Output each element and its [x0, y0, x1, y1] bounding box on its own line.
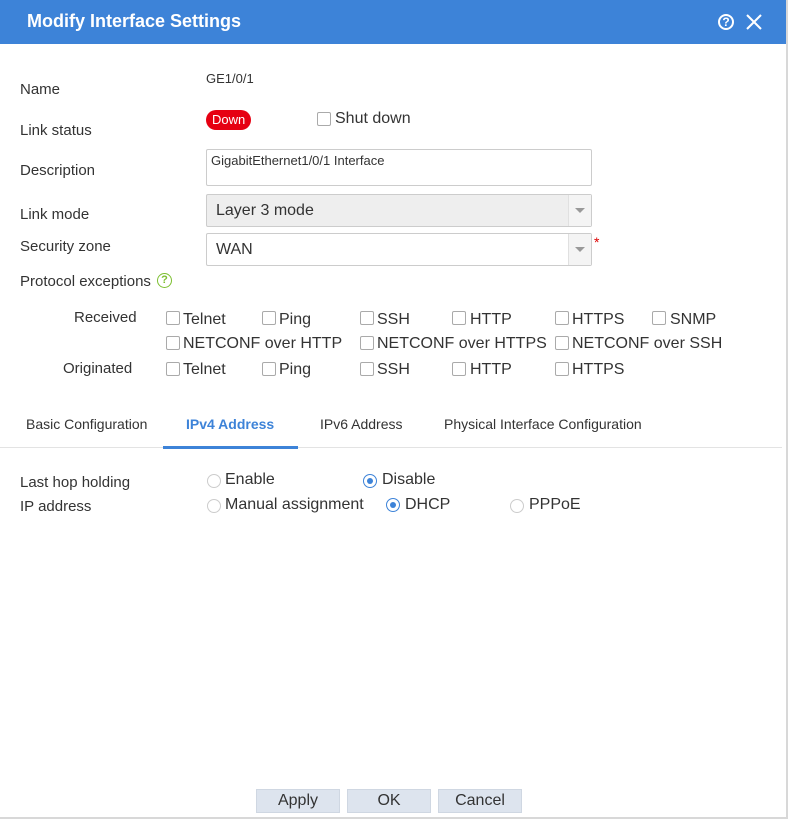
ip-address-label: IP address: [20, 498, 92, 515]
received-https-checkbox[interactable]: [555, 311, 569, 325]
link-status-label: Link status: [20, 122, 92, 139]
link-mode-select[interactable]: Layer 3 mode: [206, 194, 592, 227]
security-zone-value: WAN: [216, 241, 253, 258]
received-ssh-label: SSH: [377, 311, 410, 328]
originated-telnet-label: Telnet: [183, 361, 226, 378]
name-value: GE1/0/1: [206, 71, 254, 86]
ip-dhcp-radio[interactable]: [386, 498, 400, 512]
received-netconf-ssh-label: NETCONF over SSH: [572, 335, 723, 352]
received-http-checkbox[interactable]: [452, 311, 466, 325]
ok-button[interactable]: OK: [347, 789, 431, 813]
name-label: Name: [20, 81, 61, 98]
last-hop-enable-radio[interactable]: [207, 474, 221, 488]
received-http-label: HTTP: [470, 311, 512, 328]
apply-button[interactable]: Apply: [256, 789, 340, 813]
tab-basic-configuration[interactable]: Basic Configuration: [26, 416, 147, 432]
received-netconf-http-label: NETCONF over HTTP: [183, 335, 343, 352]
received-snmp-checkbox[interactable]: [652, 311, 666, 325]
originated-ssh-label: SSH: [377, 361, 410, 378]
required-mark: *: [594, 234, 600, 250]
ip-manual-radio[interactable]: [207, 499, 221, 513]
active-tab-indicator: [163, 446, 298, 449]
originated-https-checkbox[interactable]: [555, 362, 569, 376]
received-netconf-https-label: NETCONF over HTTPS: [377, 335, 547, 352]
last-hop-disable-label: Disable: [382, 471, 436, 488]
link-mode-label: Link mode: [20, 206, 90, 223]
security-zone-select[interactable]: WAN: [206, 233, 592, 266]
protocol-exceptions-label: Protocol exceptions: [20, 273, 151, 290]
received-netconf-ssh-checkbox[interactable]: [555, 336, 569, 350]
dialog-title: Modify Interface Settings: [27, 11, 242, 31]
last-hop-enable-label: Enable: [225, 471, 275, 488]
shutdown-checkbox[interactable]: [317, 112, 331, 126]
tab-ipv4-address[interactable]: IPv4 Address: [186, 416, 274, 432]
help-circle-icon[interactable]: ?: [157, 273, 172, 288]
received-telnet-label: Telnet: [183, 311, 226, 328]
link-status-badge: Down: [206, 110, 252, 130]
received-telnet-checkbox[interactable]: [166, 311, 180, 325]
modify-interface-dialog: Modify Interface Settings ? Name GE1/0/1…: [0, 0, 788, 819]
received-netconf-http-checkbox[interactable]: [166, 336, 180, 350]
ip-pppoe-radio[interactable]: [510, 499, 524, 513]
tab-physical-interface-configuration[interactable]: Physical Interface Configuration: [444, 416, 642, 432]
originated-ping-checkbox[interactable]: [262, 362, 276, 376]
chevron-down-icon[interactable]: [568, 195, 591, 226]
received-snmp-label: SNMP: [670, 311, 717, 328]
tabs-divider: [0, 447, 782, 448]
description-label: Description: [20, 162, 96, 179]
link-mode-value: Layer 3 mode: [216, 202, 314, 219]
cancel-button[interactable]: Cancel: [438, 789, 522, 813]
originated-http-label: HTTP: [470, 361, 512, 378]
dialog-titlebar: Modify Interface Settings ?: [0, 0, 786, 44]
description-input[interactable]: GigabitEthernet1/0/1 Interface: [206, 149, 592, 186]
originated-telnet-checkbox[interactable]: [166, 362, 180, 376]
received-netconf-https-checkbox[interactable]: [360, 336, 374, 350]
originated-http-checkbox[interactable]: [452, 362, 466, 376]
close-icon[interactable]: [744, 12, 764, 32]
received-https-label: HTTPS: [572, 311, 625, 328]
ip-manual-label: Manual assignment: [225, 496, 364, 513]
ip-pppoe-label: PPPoE: [529, 496, 581, 513]
originated-ssh-checkbox[interactable]: [360, 362, 374, 376]
received-ssh-checkbox[interactable]: [360, 311, 374, 325]
received-ping-label: Ping: [279, 311, 312, 328]
originated-label: Originated: [63, 360, 133, 377]
originated-https-label: HTTPS: [572, 361, 625, 378]
ip-dhcp-label: DHCP: [405, 496, 451, 513]
last-hop-holding-label: Last hop holding: [20, 474, 131, 491]
shutdown-label: Shut down: [335, 110, 411, 127]
received-label: Received: [74, 309, 137, 326]
last-hop-disable-radio[interactable]: [363, 474, 377, 488]
chevron-down-icon[interactable]: [568, 234, 591, 265]
tab-ipv6-address[interactable]: IPv6 Address: [320, 416, 403, 432]
security-zone-label: Security zone: [20, 238, 111, 255]
received-ping-checkbox[interactable]: [262, 311, 276, 325]
originated-ping-label: Ping: [279, 361, 312, 378]
question-circle-icon[interactable]: ?: [718, 14, 734, 30]
